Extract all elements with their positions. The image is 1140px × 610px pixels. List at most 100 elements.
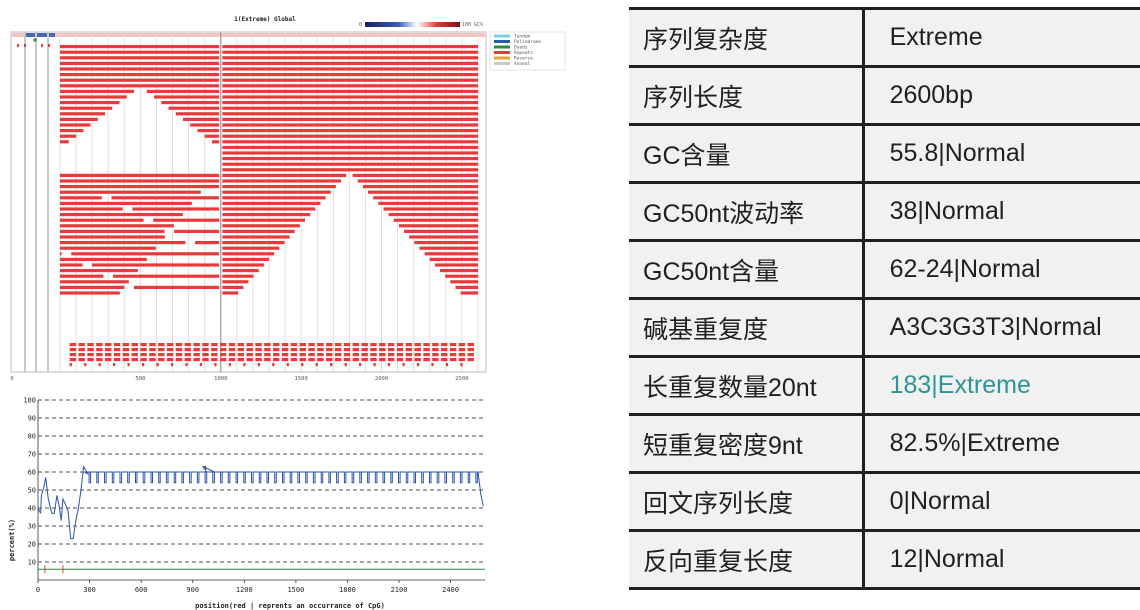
repeat-bar [202,358,209,362]
repeat-bar [228,343,236,347]
repeat-bar [424,252,478,256]
metric-value: A3C3G3T3|Normal [863,297,1140,358]
repeat-bar [441,343,448,347]
repeat-bar [140,353,147,357]
repeat-bar [60,263,83,267]
repeat-bar [60,78,220,82]
repeat-bar [131,348,138,352]
repeat-bar [441,348,448,352]
repeat-bar [222,89,478,93]
repeat-bar [264,353,271,357]
repeat-bar [105,358,112,362]
map-x-tick-label: 2500 [455,376,468,382]
repeat-bar [290,353,298,357]
repeat-bar [60,235,165,239]
legend-label: Palindrome [514,39,541,45]
repeat-bar [419,246,478,250]
repeat-bar [362,185,478,189]
repeat-bar [60,73,220,77]
repeat-bar [87,343,94,347]
repeat-bar [158,343,165,347]
repeat-bar [60,285,125,289]
repeat-bar [373,196,478,200]
table-row: 反向重复长度 12|Normal [629,529,1140,590]
repeat-bar [60,112,106,116]
repeat-bar [286,363,289,367]
repeat-bar [60,106,113,110]
repeat-bar [87,353,94,357]
repeat-bar [343,358,351,362]
repeat-bar [122,348,130,352]
repeat-bar [222,73,478,77]
repeat-bar [175,353,183,357]
gc-x-tick-label: 1200 [236,586,253,594]
repeat-bar [222,78,478,82]
repeat-bar [122,358,130,362]
repeat-bar [409,235,478,239]
repeat-bar [423,353,430,357]
repeat-bar [78,348,85,352]
repeat-bar [69,343,77,347]
repeat-bar [352,353,360,357]
repeat-bar [211,353,218,357]
repeat-bar [458,353,466,357]
repeat-bar [184,348,192,352]
legend-swatch [494,34,510,38]
repeat-bar [361,358,368,362]
gc-y-tick-label: 90 [28,415,36,423]
gc-x-tick-label: 900 [186,586,199,594]
repeat-bar [414,343,421,347]
repeat-bar [273,343,280,347]
repeat-bar [387,358,395,362]
repeat-bar [92,263,220,267]
metric-label: 回文序列长度 [629,471,865,532]
repeat-bar [222,157,478,161]
repeat-bar [281,358,289,362]
repeat-bar [368,190,478,194]
gc-x-tick-label: 0 [36,586,40,594]
repeat-bar [122,353,130,357]
repeat-bar [222,145,478,149]
table-row: 短重复密度9nt 82.5%|Extreme [629,413,1140,474]
repeat-bar [467,353,474,357]
repeat-bar [458,358,466,362]
repeat-bar [343,348,351,352]
repeat-bar [370,358,377,362]
repeat-bar [326,353,333,357]
repeat-bar [60,291,120,295]
repeat-bar [60,185,220,189]
repeat-bar [60,218,144,222]
repeat-bar [140,343,147,347]
repeat-bar [69,353,77,357]
repeat-bar [414,358,421,362]
gc-x-tick-label: 1800 [339,586,356,594]
repeat-bar [60,179,220,183]
repeat-bar [361,353,368,357]
repeat-bar [343,343,351,347]
repeat-bar [60,207,123,211]
repeat-bar [405,348,413,352]
repeat-bar [237,343,245,347]
table-row: 序列长度 2600bp [629,65,1140,126]
repeat-bar [344,363,347,367]
repeat-bar [257,363,260,367]
repeat-bar [387,363,391,367]
repeat-bar [343,353,351,357]
repeat-bar [440,269,478,273]
repeat-bar [222,168,478,172]
repeat-bar [214,363,217,367]
repeat-bar [222,196,326,200]
repeat-bar [222,274,254,278]
gc-x-label: position(red | reprents an occurrance of… [195,602,385,610]
repeat-bar [334,343,342,347]
repeat-bar [96,358,103,362]
repeat-bar [222,106,478,110]
repeat-bar [60,45,220,49]
repeat-bar [308,358,315,362]
repeat-bar [60,95,127,99]
repeat-bar [158,348,165,352]
map-x-tick-label: 2000 [375,376,388,382]
repeat-bar [175,112,220,116]
repeat-bar [404,229,478,233]
repeat-bar [281,353,289,357]
